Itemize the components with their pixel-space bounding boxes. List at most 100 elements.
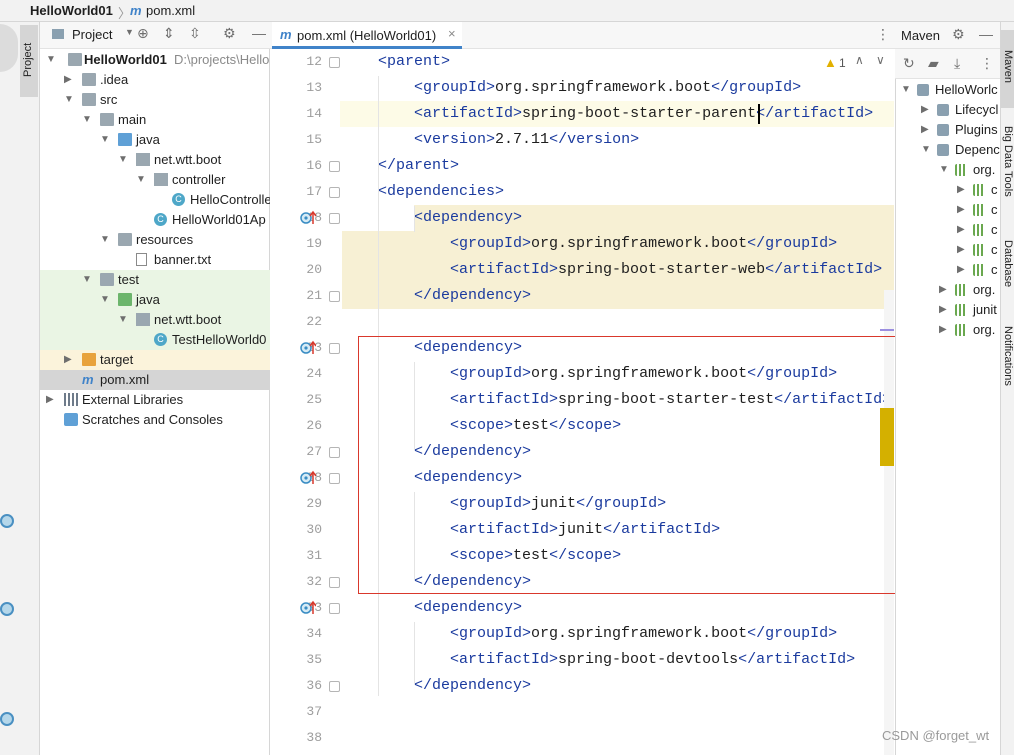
chevron-right-icon[interactable]: ▶: [46, 390, 54, 410]
chevron-down-icon[interactable]: ▼: [100, 130, 110, 150]
dependency-gutter-icon[interactable]: [300, 340, 317, 356]
chevron-down-icon[interactable]: ▼: [64, 90, 74, 110]
tree-item[interactable]: m pom.xml: [40, 370, 270, 390]
maven-tree-item[interactable]: ▶ c: [895, 240, 1000, 260]
chevron-down-icon[interactable]: ▼: [901, 80, 911, 100]
big-data-tools-tab[interactable]: Big Data Tools: [1002, 126, 1014, 197]
fold-icon[interactable]: [329, 161, 340, 172]
fold-icon[interactable]: [329, 57, 340, 68]
tree-item[interactable]: C HelloWorld01Ap: [40, 210, 270, 230]
chevron-right-icon[interactable]: ▶: [939, 320, 947, 340]
hide-icon[interactable]: —: [979, 26, 993, 42]
fold-icon[interactable]: [329, 603, 340, 614]
chevron-right-icon[interactable]: ▶: [939, 280, 947, 300]
tree-item[interactable]: Scratches and Consoles: [40, 410, 270, 430]
maven-tree-item[interactable]: ▶ org.: [895, 320, 1000, 340]
chevron-down-icon[interactable]: ▼: [46, 50, 56, 70]
reload-icon[interactable]: ↻: [903, 55, 915, 72]
chevron-right-icon[interactable]: ▶: [64, 350, 72, 370]
folder-icon[interactable]: ▰: [928, 55, 939, 72]
chevron-down-icon[interactable]: ▼: [100, 290, 110, 310]
dependency-gutter-icon[interactable]: [300, 470, 317, 486]
tab-pom-xml[interactable]: m pom.xml (HelloWorld01) ×: [272, 22, 462, 49]
more-icon[interactable]: ⋮: [980, 55, 994, 72]
code-line[interactable]: <groupId>org.springframework.boot</group…: [414, 75, 801, 101]
tree-item[interactable]: ▶ External Libraries: [40, 390, 270, 410]
maven-tree-item[interactable]: ▶ c: [895, 260, 1000, 280]
maven-tree-item[interactable]: ▶ c: [895, 200, 1000, 220]
fold-icon[interactable]: [329, 343, 340, 354]
chevron-right-icon[interactable]: ▶: [64, 70, 72, 90]
chevron-right-icon[interactable]: ▶: [921, 100, 929, 120]
notifications-tab[interactable]: Notifications: [1002, 326, 1014, 386]
chevron-down-icon[interactable]: ▼: [136, 170, 146, 190]
collapse-all-icon[interactable]: ⇳: [189, 25, 201, 42]
tree-item[interactable]: C TestHelloWorld0: [40, 330, 270, 350]
locate-icon[interactable]: ⊕: [137, 25, 149, 42]
fold-icon[interactable]: [329, 577, 340, 588]
tree-item[interactable]: ▼ main: [40, 110, 270, 130]
tree-item[interactable]: ▶ target: [40, 350, 270, 370]
fold-icon[interactable]: [329, 473, 340, 484]
fold-icon[interactable]: [329, 291, 340, 302]
maven-tree-item[interactable]: ▼ HelloWorlc: [895, 80, 1000, 100]
chevron-down-icon[interactable]: ▼: [939, 160, 949, 180]
breadcrumb-project[interactable]: HelloWorld01: [30, 3, 113, 18]
fold-icon[interactable]: [329, 447, 340, 458]
code-line[interactable]: </parent>: [378, 153, 459, 179]
tree-item[interactable]: ▶ .idea: [40, 70, 270, 90]
code-line[interactable]: </dependency>: [414, 673, 531, 699]
project-view-selector[interactable]: Project: [72, 27, 112, 42]
database-tab[interactable]: Database: [1002, 240, 1014, 287]
previous-problem-icon[interactable]: ∧: [855, 53, 864, 67]
next-problem-icon[interactable]: ∨: [876, 53, 885, 67]
chevron-right-icon[interactable]: ▶: [957, 220, 965, 240]
chevron-right-icon[interactable]: ▶: [957, 260, 965, 280]
chevron-right-icon[interactable]: ▶: [957, 180, 965, 200]
expand-all-icon[interactable]: ⇕: [163, 25, 175, 42]
code-line[interactable]: <groupId>org.springframework.boot</group…: [450, 231, 837, 257]
tree-item[interactable]: ▼ controller: [40, 170, 270, 190]
maven-tree-item[interactable]: ▶ Lifecycl: [895, 100, 1000, 120]
fold-icon[interactable]: [329, 681, 340, 692]
hide-icon[interactable]: —: [252, 25, 266, 41]
warning-icon[interactable]: ▲: [824, 55, 837, 70]
chevron-down-icon[interactable]: ▼: [125, 27, 134, 37]
tree-item[interactable]: ▼ net.wtt.boot: [40, 150, 270, 170]
project-tool-tab[interactable]: Project: [20, 25, 38, 97]
tree-item[interactable]: ▼ HelloWorld01 D:\projects\Hello: [40, 50, 270, 70]
chevron-down-icon[interactable]: ▼: [921, 140, 931, 160]
code-line[interactable]: <groupId>org.springframework.boot</group…: [450, 621, 837, 647]
dependency-gutter-icon[interactable]: [300, 210, 317, 226]
chevron-right-icon[interactable]: ▶: [957, 240, 965, 260]
fold-icon[interactable]: [329, 187, 340, 198]
fold-icon[interactable]: [329, 213, 340, 224]
tree-item[interactable]: ▼ src: [40, 90, 270, 110]
gear-icon[interactable]: ⚙: [952, 26, 965, 43]
close-icon[interactable]: ×: [448, 26, 456, 41]
download-icon[interactable]: ⤓: [954, 55, 960, 72]
maven-tree-item[interactable]: ▶ org.: [895, 280, 1000, 300]
code-line[interactable]: <dependency>: [414, 205, 522, 231]
maven-tree-item[interactable]: ▼ org.: [895, 160, 1000, 180]
maven-tree-item[interactable]: ▼ Depenc: [895, 140, 1000, 160]
tree-item[interactable]: C HelloControlle: [40, 190, 270, 210]
chevron-down-icon[interactable]: ▼: [82, 110, 92, 130]
tree-item[interactable]: ▼ net.wtt.boot: [40, 310, 270, 330]
code-line[interactable]: <parent>: [378, 49, 450, 75]
maven-tree-item[interactable]: ▶ Plugins: [895, 120, 1000, 140]
code-line[interactable]: <dependency>: [414, 595, 522, 621]
chevron-right-icon[interactable]: ▶: [957, 200, 965, 220]
tree-item[interactable]: ▼ java: [40, 130, 270, 150]
tree-item[interactable]: ▼ resources: [40, 230, 270, 250]
dependency-gutter-icon[interactable]: [300, 600, 317, 616]
chevron-down-icon[interactable]: ▼: [118, 310, 128, 330]
maven-tree-item[interactable]: ▶ c: [895, 180, 1000, 200]
code-line[interactable]: <dependencies>: [378, 179, 504, 205]
chevron-right-icon[interactable]: ▶: [921, 120, 929, 140]
chevron-down-icon[interactable]: ▼: [118, 150, 128, 170]
tree-item[interactable]: ▼ java: [40, 290, 270, 310]
code-line[interactable]: <artifactId>spring-boot-starter-parent</…: [414, 101, 873, 127]
code-line[interactable]: <version>2.7.11</version>: [414, 127, 639, 153]
tree-item[interactable]: ▼ test: [40, 270, 270, 290]
